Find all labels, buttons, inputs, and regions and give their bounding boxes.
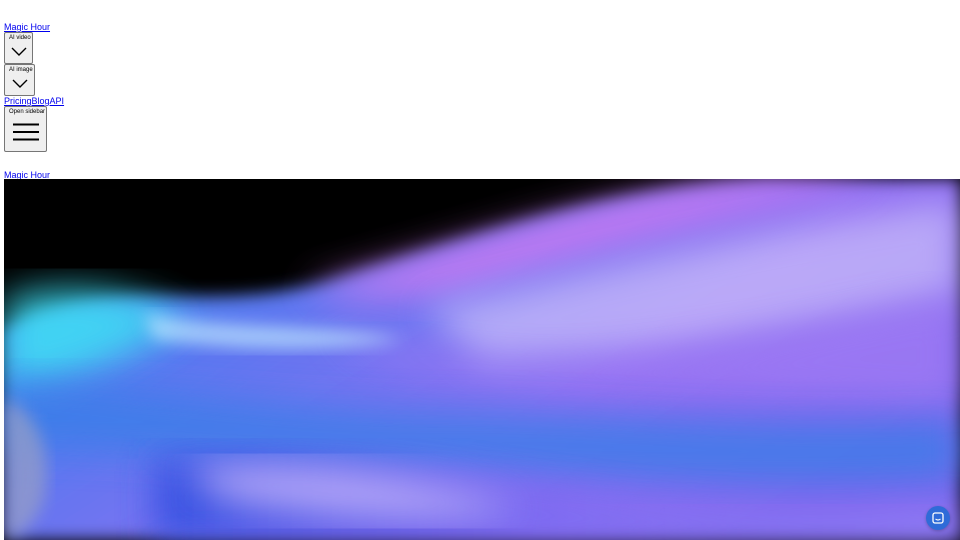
ai-video-menu-label: AI video: [9, 35, 31, 41]
header-logo-link[interactable]: Magic Hour: [4, 22, 50, 32]
ai-image-menu-button[interactable]: AI image: [4, 64, 35, 96]
nav-link-blog[interactable]: Blog: [32, 96, 50, 106]
ai-image-menu-label: AI image: [9, 67, 33, 73]
open-sidebar-button[interactable]: Open sidebar: [4, 106, 47, 152]
chat-bubble-icon: [932, 512, 944, 524]
chevron-down-icon: [12, 79, 28, 88]
chat-widget-button[interactable]: [926, 506, 950, 530]
nav-link-pricing[interactable]: Pricing: [4, 96, 32, 106]
hamburger-menu-icon: [13, 123, 39, 141]
ai-video-menu-button[interactable]: AI video: [4, 32, 33, 64]
nav-link-api[interactable]: API: [50, 96, 65, 106]
open-sidebar-label: Open sidebar: [9, 109, 46, 115]
hero-image: [4, 179, 960, 540]
hero-gradient-graphic: [4, 179, 960, 540]
chevron-down-icon: [11, 47, 27, 56]
